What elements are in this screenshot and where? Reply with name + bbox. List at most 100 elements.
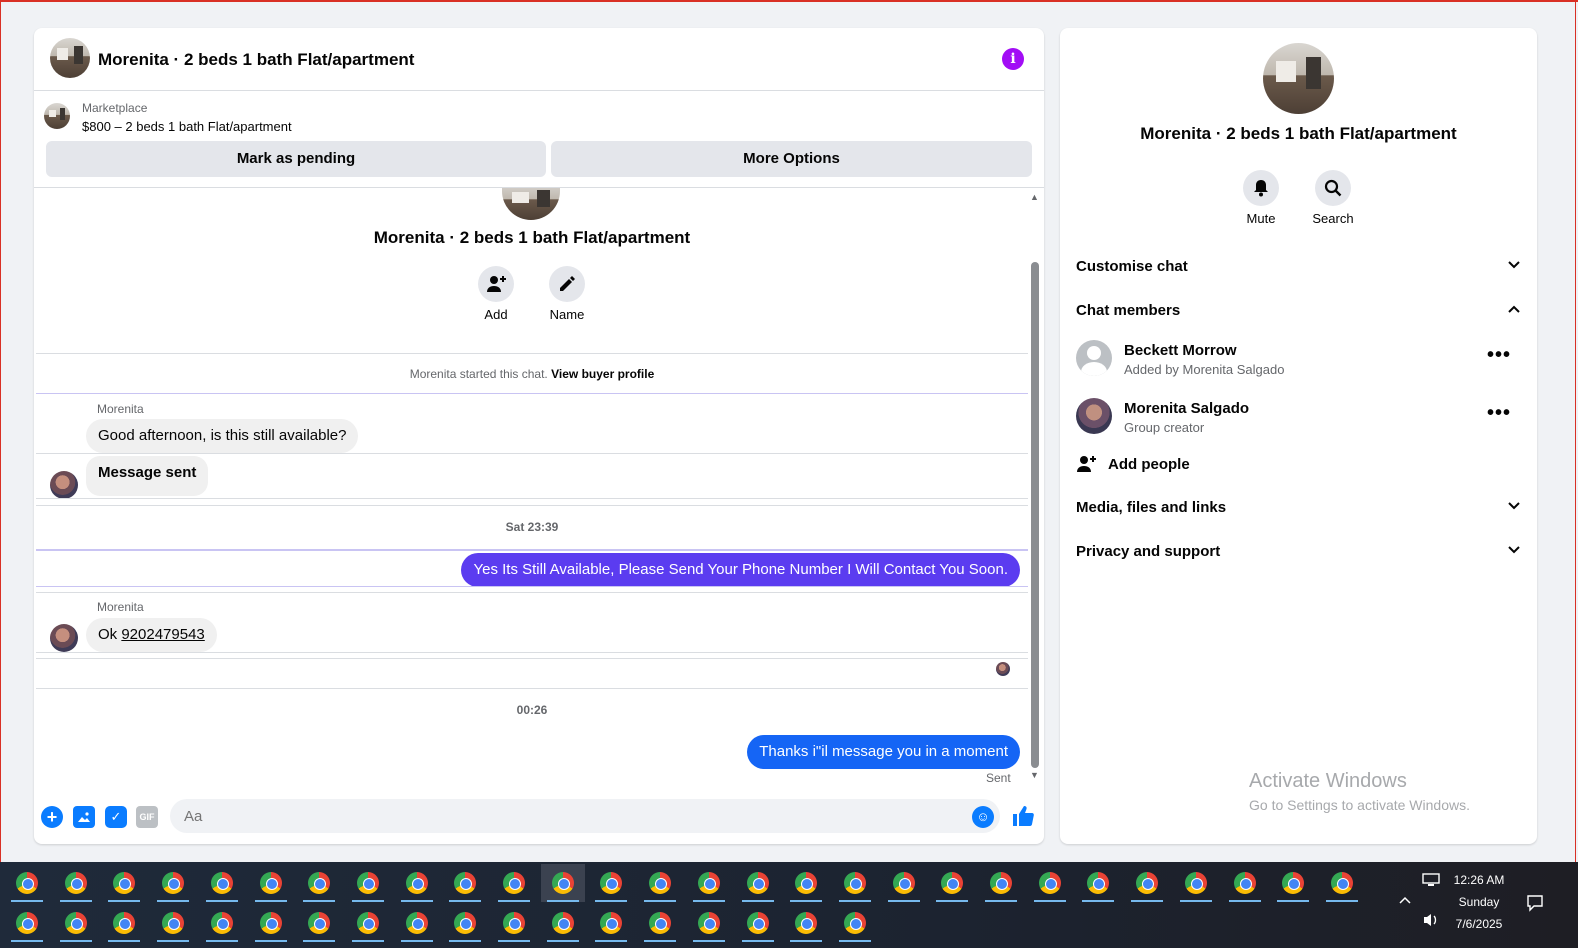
scroll-down-arrow[interactable]: ▼ — [1030, 770, 1039, 780]
taskbar-chrome-icon[interactable] — [833, 904, 877, 942]
info-avatar[interactable] — [1263, 43, 1334, 114]
taskbar-chrome-icon[interactable] — [297, 904, 341, 942]
phone-number-link[interactable]: 9202479543 — [121, 626, 204, 643]
taskbar-chrome-icon[interactable] — [151, 904, 195, 942]
message-sent-bubble[interactable]: Message sent — [86, 456, 209, 496]
emoji-icon[interactable]: ☺ — [972, 806, 994, 828]
taskbar-chrome-icon[interactable] — [930, 864, 974, 902]
running-indicator — [936, 900, 969, 902]
plus-icon[interactable]: + — [41, 806, 63, 828]
more-options-icon[interactable]: ••• — [1487, 344, 1511, 367]
sticker-icon[interactable]: ✓ — [105, 806, 127, 828]
running-indicator — [108, 940, 141, 942]
taskbar-chrome-icon[interactable] — [589, 904, 633, 942]
taskbar-chrome-icon[interactable] — [492, 904, 536, 942]
scrollbar-thumb[interactable] — [1031, 262, 1039, 768]
taskbar-chrome-icon[interactable] — [1028, 864, 1072, 902]
message-thread[interactable]: Morenita · 2 beds 1 bath Flat/apartment … — [34, 188, 1044, 788]
more-options-button[interactable]: More Options — [551, 141, 1032, 177]
taskbar-chrome-icon[interactable] — [1174, 864, 1218, 902]
edit-name-button[interactable] — [549, 266, 585, 302]
notification-icon[interactable] — [1526, 894, 1544, 915]
chrome-icon — [551, 912, 574, 934]
privacy-support-section[interactable]: Privacy and support — [1076, 543, 1521, 567]
taskbar-chrome-icon[interactable] — [395, 904, 439, 942]
taskbar-chrome-icon[interactable] — [833, 864, 877, 902]
taskbar-chrome-icon[interactable] — [151, 864, 195, 902]
listing-thumbnail[interactable] — [44, 103, 70, 129]
clock-date[interactable]: 7/6/2025 — [1440, 917, 1518, 931]
clock-day[interactable]: Sunday — [1440, 895, 1518, 909]
gif-icon[interactable]: GIF — [136, 806, 158, 828]
more-options-icon[interactable]: ••• — [1487, 402, 1511, 425]
divider — [36, 505, 1028, 506]
taskbar-chrome-icon[interactable] — [736, 864, 780, 902]
taskbar-chrome-icon[interactable] — [200, 864, 244, 902]
outgoing-message[interactable]: Thanks i"il message you in a moment — [747, 735, 1020, 769]
outgoing-message[interactable]: Yes Its Still Available, Please Send You… — [461, 553, 1020, 587]
taskbar-chrome-icon[interactable] — [297, 864, 341, 902]
message-input[interactable] — [170, 799, 1000, 833]
taskbar-chrome-icon[interactable] — [443, 864, 487, 902]
running-indicator — [546, 940, 579, 942]
taskbar-chrome-icon[interactable] — [979, 864, 1023, 902]
taskbar-chrome-icon[interactable] — [784, 904, 828, 942]
listing-price[interactable]: $800 – 2 beds 1 bath Flat/apartment — [82, 119, 292, 134]
view-buyer-profile-link[interactable]: View buyer profile — [551, 367, 654, 381]
taskbar-chrome-icon[interactable] — [102, 864, 146, 902]
taskbar-chrome-icon[interactable] — [54, 864, 98, 902]
chevron-up-icon[interactable] — [1398, 892, 1412, 908]
mute-button[interactable] — [1243, 170, 1279, 206]
taskbar-chrome-icon[interactable] — [249, 904, 293, 942]
taskbar-chrome-icon[interactable] — [1320, 864, 1364, 902]
taskbar-chrome-icon[interactable] — [395, 864, 439, 902]
taskbar-chrome-icon[interactable] — [1271, 864, 1315, 902]
scroll-up-arrow[interactable]: ▲ — [1030, 192, 1039, 202]
media-files-links-section[interactable]: Media, files and links — [1076, 499, 1521, 523]
like-icon[interactable] — [1010, 804, 1036, 830]
taskbar-chrome-icon[interactable] — [1125, 864, 1169, 902]
taskbar-chrome-icon[interactable] — [249, 864, 293, 902]
taskbar-chrome-icon[interactable] — [5, 904, 49, 942]
taskbar-chrome-icon[interactable] — [687, 904, 731, 942]
taskbar-chrome-icon[interactable] — [443, 904, 487, 942]
member-row[interactable]: Morenita Salgado Group creator ••• — [1076, 398, 1521, 442]
incoming-message-phone[interactable]: Ok 9202479543 — [86, 618, 217, 652]
taskbar-chrome-icon[interactable] — [784, 864, 828, 902]
taskbar-chrome-icon[interactable] — [882, 864, 926, 902]
taskbar-chrome-icon[interactable] — [492, 864, 536, 902]
taskbar-chrome-icon[interactable] — [638, 904, 682, 942]
clock-time[interactable]: 12:26 AM — [1440, 873, 1518, 887]
mark-as-pending-button[interactable]: Mark as pending — [46, 141, 546, 177]
taskbar-chrome-icon[interactable] — [102, 904, 146, 942]
incoming-message[interactable]: Good afternoon, is this still available? — [86, 419, 359, 453]
taskbar-chrome-icon[interactable] — [346, 904, 390, 942]
search-button[interactable] — [1315, 170, 1351, 206]
photo-icon[interactable] — [73, 806, 95, 828]
member-row[interactable]: Beckett Morrow Added by Morenita Salgado… — [1076, 340, 1521, 384]
taskbar-chrome-icon[interactable] — [736, 904, 780, 942]
add-people-button[interactable]: Add people — [1076, 454, 1521, 478]
listing-avatar[interactable] — [50, 38, 90, 78]
volume-icon[interactable] — [1422, 912, 1440, 931]
taskbar-chrome-icon[interactable] — [54, 904, 98, 942]
sender-avatar[interactable] — [50, 624, 78, 652]
network-icon[interactable] — [1422, 872, 1440, 891]
taskbar-chrome-icon[interactable] — [638, 864, 682, 902]
chat-title[interactable]: Morenita · 2 beds 1 bath Flat/apartment — [98, 50, 414, 70]
sender-avatar[interactable] — [50, 471, 78, 499]
taskbar-chrome-icon[interactable] — [540, 864, 585, 902]
taskbar-chrome-icon[interactable] — [346, 864, 390, 902]
taskbar-chrome-icon[interactable] — [687, 864, 731, 902]
taskbar-chrome-icon[interactable] — [1223, 864, 1267, 902]
taskbar-chrome-icon[interactable] — [5, 864, 49, 902]
add-member-button[interactable] — [478, 266, 514, 302]
taskbar-chrome-icon[interactable] — [589, 864, 633, 902]
taskbar-chrome-icon[interactable] — [541, 904, 585, 942]
chat-members-section[interactable]: Chat members — [1076, 302, 1521, 326]
taskbar-chrome-icon[interactable] — [200, 904, 244, 942]
info-icon[interactable]: i — [1002, 48, 1024, 70]
customise-chat-section[interactable]: Customise chat — [1076, 258, 1521, 282]
chrome-icon — [503, 912, 525, 934]
taskbar-chrome-icon[interactable] — [1076, 864, 1120, 902]
